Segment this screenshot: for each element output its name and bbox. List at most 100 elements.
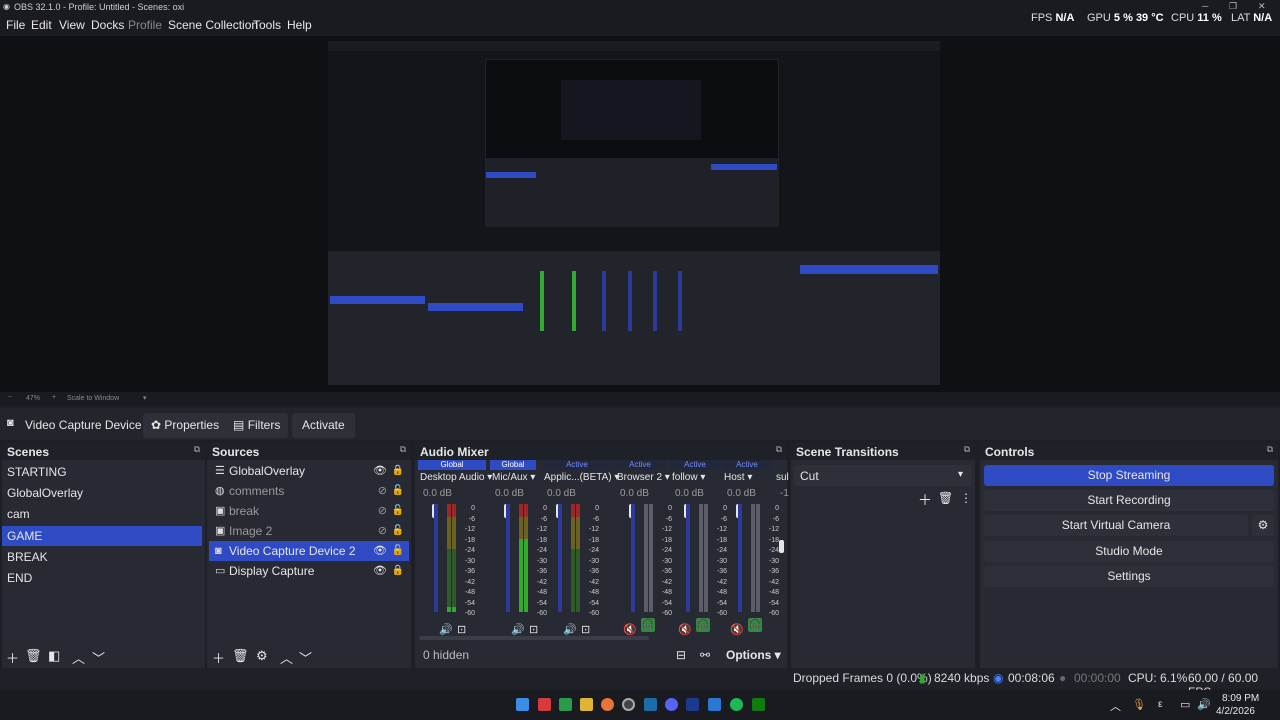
activate-button[interactable]: Activate	[292, 413, 355, 438]
scene-item[interactable]: END	[2, 568, 202, 588]
eye-hidden-icon[interactable]: ⊘	[378, 521, 387, 541]
menu-docks[interactable]: Docks	[91, 18, 124, 32]
channel-name[interactable]: Host ▾	[724, 472, 752, 483]
minimize-icon[interactable]: ─	[1202, 1, 1208, 11]
eye-hidden-icon[interactable]: ⊘	[378, 481, 387, 501]
source-item[interactable]: ▣ break ⊘ 🔓	[209, 501, 409, 521]
add-source-icon[interactable]: ＋	[212, 648, 225, 667]
dock-float-icon[interactable]: ⧉	[1267, 444, 1273, 455]
remove-transition-icon[interactable]: 🗑	[938, 491, 953, 505]
menu-view[interactable]: View	[59, 18, 85, 32]
add-transition-icon[interactable]: ＋	[918, 490, 932, 510]
stop-streaming-button[interactable]: Stop Streaming	[984, 465, 1274, 486]
properties-button[interactable]: ✿ Properties	[143, 413, 228, 438]
mixer-layout-icon[interactable]: ⊟	[676, 648, 686, 662]
monitor-off-icon[interactable]: ⊡	[529, 623, 538, 636]
spotify-icon[interactable]	[730, 698, 743, 711]
start-virtual-camera-button[interactable]: Start Virtual Camera	[984, 515, 1248, 536]
app-icon[interactable]	[538, 698, 551, 711]
source-item-selected[interactable]: ◙ Video Capture Device 2 👁 🔓	[209, 541, 409, 561]
menu-tools[interactable]: Tools	[253, 18, 281, 32]
discord-icon[interactable]	[665, 698, 678, 711]
restore-icon[interactable]: ❐	[1229, 1, 1237, 12]
channel-name[interactable]: Desktop Audio ▾	[420, 472, 492, 483]
start-recording-button[interactable]: Start Recording	[984, 490, 1274, 511]
add-scene-icon[interactable]: ＋	[6, 648, 19, 667]
headphones-icon[interactable]: 🎧	[696, 618, 710, 632]
lock-icon[interactable]: 🔒	[392, 561, 404, 581]
filters-button[interactable]: ▤ Filters	[225, 413, 289, 438]
zoom-in-button[interactable]: +	[52, 394, 56, 401]
lock-icon[interactable]: 🔓	[392, 541, 404, 561]
monitor-off-icon[interactable]: ⊡	[581, 623, 590, 636]
move-down-icon[interactable]: ﹀	[299, 648, 312, 667]
move-up-icon[interactable]: ︿	[280, 648, 293, 667]
xbox-icon[interactable]	[752, 698, 765, 711]
speaker-icon[interactable]: 🔊	[439, 623, 453, 636]
menu-help[interactable]: Help	[287, 18, 312, 32]
chrome-icon[interactable]	[601, 698, 614, 711]
scene-item-selected[interactable]: GAME	[2, 526, 202, 546]
start-icon[interactable]	[516, 698, 529, 711]
headphones-icon[interactable]: 🎧	[641, 618, 655, 632]
app-icon[interactable]	[708, 698, 721, 711]
scene-item[interactable]: cam	[2, 504, 202, 524]
speaker-muted-icon[interactable]: 🔇	[730, 623, 744, 636]
channel-name[interactable]: Applic...(BETA) ▾	[544, 472, 619, 483]
mixer-scrollbar[interactable]	[419, 636, 649, 640]
speaker-icon[interactable]: 🔊	[511, 623, 525, 636]
virtual-camera-settings-icon[interactable]: ⚙	[1252, 515, 1274, 536]
speaker-muted-icon[interactable]: 🔇	[678, 623, 692, 636]
folder-icon[interactable]	[580, 698, 593, 711]
menu-file[interactable]: File	[6, 18, 25, 32]
close-icon[interactable]: ✕	[1258, 1, 1266, 12]
scale-mode-select[interactable]: Scale to Window	[67, 395, 119, 402]
eye-icon[interactable]: 👁	[373, 541, 387, 561]
menu-edit[interactable]: Edit	[31, 18, 52, 32]
volume-slider-partial[interactable]	[779, 540, 784, 553]
monitor-off-icon[interactable]: ⊡	[457, 623, 466, 636]
dock-float-icon[interactable]: ⧉	[400, 444, 406, 455]
channel-name[interactable]: Mic/Aux ▾	[492, 472, 535, 483]
steam-icon[interactable]	[644, 698, 657, 711]
remove-source-icon[interactable]: 🗑	[232, 648, 249, 664]
scene-item[interactable]: BREAK	[2, 547, 202, 567]
move-up-icon[interactable]: ︿	[72, 648, 85, 667]
scene-item[interactable]: STARTING	[2, 462, 202, 482]
excel-icon[interactable]	[559, 698, 572, 711]
clock-time[interactable]: 8:09 PM	[1222, 693, 1259, 704]
source-item[interactable]: ▭ Display Capture 👁 🔒	[209, 561, 409, 581]
menu-scene-collection[interactable]: Scene Collection	[168, 18, 258, 32]
channel-name[interactable]: follow ▾	[672, 472, 705, 483]
clock-date[interactable]: 4/2/2026	[1216, 706, 1255, 717]
ime-icon[interactable]: ε	[1158, 699, 1162, 710]
lock-icon[interactable]: 🔓	[392, 501, 404, 521]
settings-button[interactable]: Settings	[984, 566, 1274, 587]
speaker-muted-icon[interactable]: 🔇	[623, 623, 637, 636]
dock-float-icon[interactable]: ⧉	[964, 444, 970, 455]
network-icon[interactable]: ▭	[1180, 698, 1190, 711]
move-down-icon[interactable]: ﹀	[92, 648, 105, 667]
eye-icon[interactable]: 👁	[373, 461, 387, 481]
microphone-icon[interactable]: 🎙	[1132, 698, 1146, 711]
zoom-out-button[interactable]: −	[8, 394, 12, 401]
channel-name[interactable]: Browser 2 ▾	[617, 472, 670, 483]
lock-icon[interactable]: 🔓	[392, 481, 404, 501]
mixer-link-icon[interactable]: ⚯	[700, 648, 710, 662]
dock-float-icon[interactable]: ⧉	[776, 444, 782, 455]
source-properties-icon[interactable]: ⚙	[256, 648, 268, 664]
speaker-icon[interactable]: 🔊	[563, 623, 577, 636]
scene-filters-icon[interactable]: ◧	[48, 648, 60, 664]
dock-float-icon[interactable]: ⧉	[194, 444, 200, 455]
lock-icon[interactable]: 🔓	[392, 521, 404, 541]
remove-scene-icon[interactable]: 🗑	[25, 648, 42, 664]
source-item[interactable]: ☰ GlobalOverlay 👁 🔒	[209, 461, 409, 481]
lock-icon[interactable]: 🔒	[392, 461, 404, 481]
source-item[interactable]: ▣ Image 2 ⊘ 🔓	[209, 521, 409, 541]
tray-chevron-icon[interactable]: ︿	[1110, 698, 1121, 714]
source-item[interactable]: ◍ comments ⊘ 🔓	[209, 481, 409, 501]
photoshop-icon[interactable]	[686, 698, 699, 711]
scene-item[interactable]: GlobalOverlay	[2, 483, 202, 503]
menu-profile[interactable]: Profile	[128, 18, 162, 32]
eye-hidden-icon[interactable]: ⊘	[378, 501, 387, 521]
